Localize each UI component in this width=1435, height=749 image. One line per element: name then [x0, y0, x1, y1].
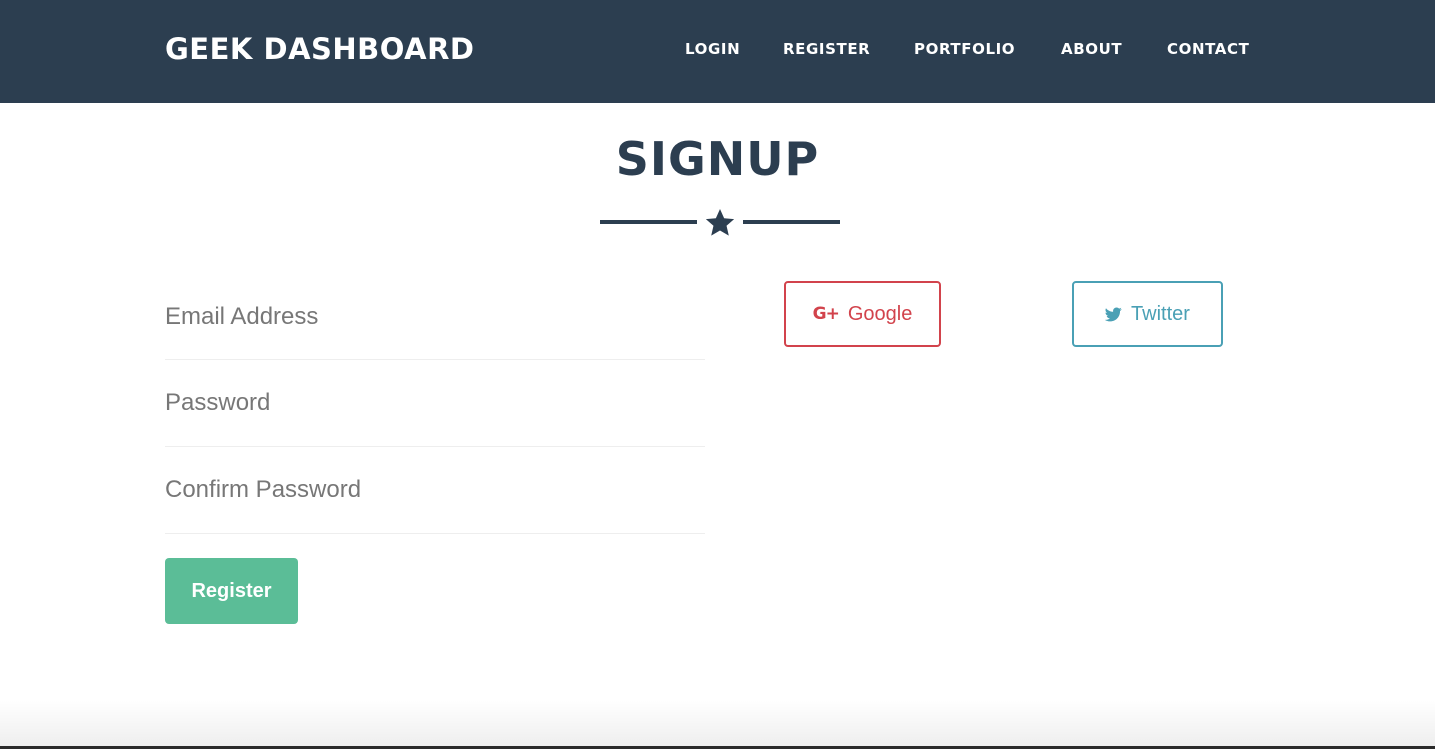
top-navbar: GEEK DASHBOARD LOGIN REGISTER PORTFOLIO …: [0, 0, 1435, 103]
nav-link-contact[interactable]: CONTACT: [1167, 38, 1249, 60]
nav-link-register[interactable]: REGISTER: [783, 38, 870, 60]
twitter-button-label: Twitter: [1131, 302, 1190, 325]
google-signup-button[interactable]: G+ Google: [784, 281, 941, 347]
brand-logo-link[interactable]: GEEK DASHBOARD: [165, 30, 475, 68]
google-button-label: Google: [847, 302, 913, 325]
register-button[interactable]: Register: [165, 558, 298, 624]
nav-link-about[interactable]: ABOUT: [1061, 38, 1122, 60]
email-field-group: [165, 275, 705, 360]
nav-link-login[interactable]: LOGIN: [685, 38, 740, 60]
bottom-shadow: [0, 700, 1435, 749]
twitter-signup-button[interactable]: Twitter: [1072, 281, 1223, 347]
email-input[interactable]: [165, 275, 705, 359]
divider-line-left: [600, 220, 697, 224]
nav-link-portfolio[interactable]: PORTFOLIO: [914, 38, 1015, 60]
google-plus-icon: G+: [812, 304, 840, 324]
page-title: SIGNUP: [615, 132, 820, 186]
divider-line-right: [743, 220, 840, 224]
password-input[interactable]: [165, 360, 705, 446]
star-icon: [705, 209, 735, 236]
password-field-group: [165, 360, 705, 447]
twitter-icon: [1105, 307, 1122, 322]
confirm-password-field-group: [165, 447, 705, 534]
confirm-password-input[interactable]: [165, 447, 705, 533]
